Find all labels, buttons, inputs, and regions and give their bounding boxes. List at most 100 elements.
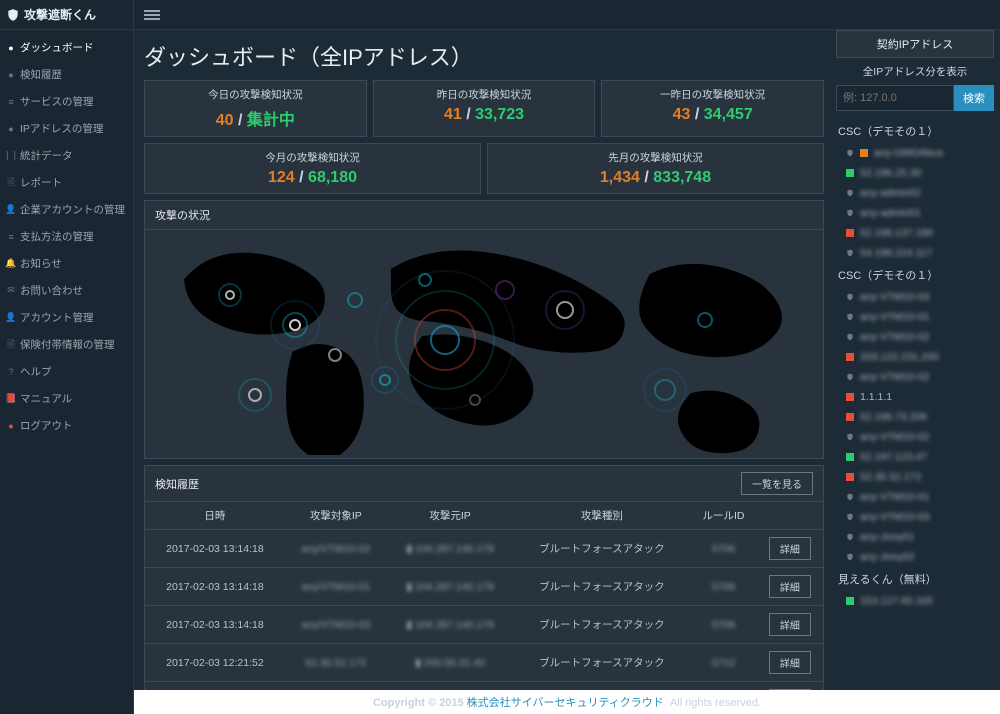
footer-link[interactable]: 株式会社サイバーセキュリティクラウド [467,697,664,709]
ip-item[interactable]: 52.35.52.172 [836,467,994,487]
sidebar: 攻撃遮断くん ●ダッシュボード●検知履歴≡サービスの管理●IPアドレスの管理❘❘… [0,0,134,714]
detail-button[interactable]: 詳細 [769,537,811,560]
sidebar-item-3[interactable]: ●IPアドレスの管理 [0,115,133,142]
status-dot [846,353,854,361]
ip-item[interactable]: any-VTM10-02 [836,427,994,447]
nav-icon: 📕 [8,396,14,402]
sidebar-item-11[interactable]: 🗎保険付帯情報の管理 [0,331,133,358]
detail-button[interactable]: 詳細 [769,613,811,636]
ip-search-button[interactable]: 検索 [954,85,994,111]
right-all-label[interactable]: 全IPアドレス分を表示 [836,64,994,79]
page-title: ダッシュボード（全IPアドレス） [144,30,824,80]
ip-item[interactable]: 52.196.73.206 [836,407,994,427]
sidebar-item-12[interactable]: ? ヘルプ [0,358,133,385]
sidebar-item-8[interactable]: 🔔お知らせ [0,250,133,277]
ip-label: 52.196.25.30 [860,167,921,179]
stat-card: 今月の攻撃検知状況124 / 68,180 [144,143,481,194]
nav-icon: ● [8,126,14,132]
world-map [145,230,823,458]
shield-icon [846,188,854,198]
stat-label: 一昨日の攻撃検知状況 [606,87,819,102]
nav-label: 支払方法の管理 [20,229,94,244]
shield-icon [846,208,854,218]
shield-icon [846,248,854,258]
nav-icon: ? [8,369,14,375]
nav-icon: ❘❘ [8,153,14,159]
sidebar-item-13[interactable]: 📕マニュアル [0,385,133,412]
view-all-button[interactable]: 一覧を見る [741,472,813,495]
status-dot [846,453,854,461]
menu-toggle-icon[interactable] [144,8,160,22]
nav-label: ヘルプ [20,364,52,379]
ip-label: any-VTM10-03 [860,291,929,303]
right-title: 契約IPアドレス [836,30,994,58]
nav-icon: ● [8,72,14,78]
ip-label: any-VTM10-03 [860,511,929,523]
sidebar-item-4[interactable]: ❘❘統計データ [0,142,133,169]
detection-title: 検知履歴 [155,476,199,492]
sidebar-item-6[interactable]: 👤企業アカウントの管理 [0,196,133,223]
ip-item[interactable]: 54.199.224.117 [836,243,994,263]
ip-group[interactable]: 見えるくん（無料） [836,567,994,591]
ip-group[interactable]: CSC（デモその１） [836,263,994,287]
shield-icon [846,512,854,522]
ip-item[interactable]: any-Jony02 [836,547,994,567]
ip-item[interactable]: any-VTM10-02 [836,327,994,347]
app-logo: 攻撃遮断くん [0,0,133,30]
ip-label: 203.122.231.200 [860,351,939,363]
ip-label: any-admin01 [860,207,921,219]
ip-item[interactable]: any-VTM10-02 [836,367,994,387]
shield-icon [846,372,854,382]
nav-icon: ✉ [8,288,14,294]
status-dot [846,473,854,481]
sidebar-item-2[interactable]: ≡サービスの管理 [0,88,133,115]
stat-card: 一昨日の攻撃検知状況43 / 34,457 [601,80,824,137]
sidebar-item-5[interactable]: 🗎レポート [0,169,133,196]
ip-search-input[interactable] [836,85,954,111]
sidebar-item-10[interactable]: 👤アカウント管理 [0,304,133,331]
nav-icon: ≡ [8,234,14,240]
nav-label: アカウント管理 [20,310,94,325]
ip-item[interactable]: any-VTM10-03 [836,287,994,307]
ip-item[interactable]: any-VTM10-03 [836,507,994,527]
ip-item[interactable]: 52.197.123.47 [836,447,994,467]
table-row: 2017-02-03 13:14:18any/VTM10-02▮ 104.287… [145,530,823,568]
ip-item[interactable]: any-admin01 [836,203,994,223]
right-panel: 契約IPアドレス 全IPアドレス分を表示 検索 CSC（デモその１）any-GM… [830,30,1000,690]
ip-label: any-Jony01 [860,531,914,543]
ip-item[interactable]: 52.196.137.190 [836,223,994,243]
ip-group[interactable]: CSC（デモその１） [836,119,994,143]
ip-item[interactable]: any-VTM10-01 [836,307,994,327]
table-row: 2017-02-03 12:21:5252.35.52.172▮ 200.55.… [145,644,823,682]
detail-button[interactable]: 詳細 [769,651,811,674]
sidebar-item-1[interactable]: ●検知履歴 [0,61,133,88]
ip-label: any-VTM10-02 [860,371,929,383]
nav-icon: 👤 [8,207,14,213]
sidebar-item-0[interactable]: ●ダッシュボード [0,34,133,61]
nav-label: ログアウト [20,418,73,433]
ip-item[interactable]: 1.1.1.1 [836,387,994,407]
ip-item[interactable]: 52.196.25.30 [836,163,994,183]
nav-label: 保険付帯情報の管理 [20,337,115,352]
nav-label: レポート [20,175,62,190]
stat-card: 先月の攻撃検知状況1,434 / 833,748 [487,143,824,194]
ip-item[interactable]: any-admin02 [836,183,994,203]
nav-label: お問い合わせ [20,283,83,298]
stat-label: 昨日の攻撃検知状況 [378,87,591,102]
ip-label: 1.1.1.1 [860,391,892,403]
status-dot [846,169,854,177]
ip-item[interactable]: any-GMOAbus [836,143,994,163]
sidebar-item-7[interactable]: ≡ 支払方法の管理 [0,223,133,250]
ip-item[interactable]: 153.127.65.165 [836,591,994,611]
ip-item[interactable]: 203.122.231.200 [836,347,994,367]
map-title: 攻撃の状況 [155,207,210,223]
nav-label: サービスの管理 [20,94,94,109]
sidebar-item-9[interactable]: ✉ お問い合わせ [0,277,133,304]
ip-item[interactable]: any-VTM10-01 [836,487,994,507]
sidebar-item-14[interactable]: ●ログアウト [0,412,133,439]
detail-button[interactable]: 詳細 [769,575,811,598]
ip-item[interactable]: any-Jony01 [836,527,994,547]
ip-label: 153.127.65.165 [860,595,933,607]
ip-label: any-VTM10-02 [860,331,929,343]
table-row: 2017-02-03 13:14:18any/VTM10-03▮ 104.287… [145,606,823,644]
